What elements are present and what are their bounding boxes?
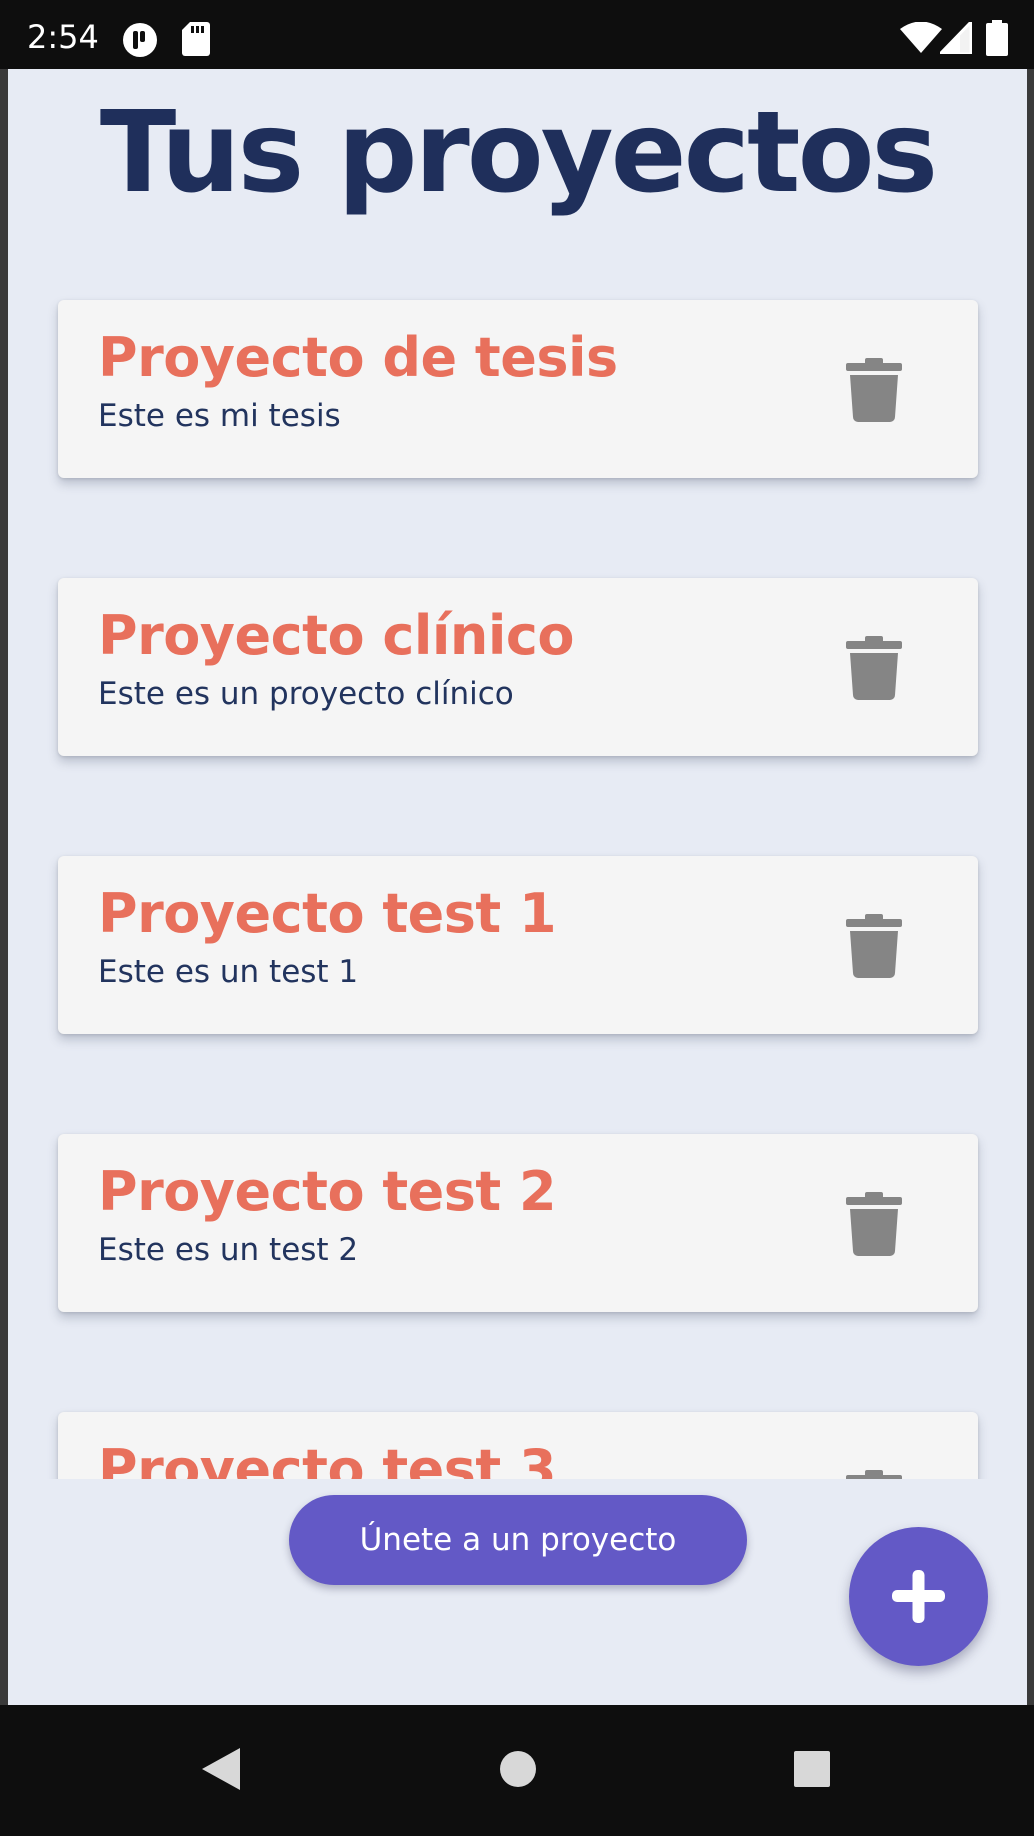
project-description: Este es un test 2 xyxy=(98,1232,359,1268)
back-icon[interactable] xyxy=(200,1746,242,1796)
delete-icon[interactable] xyxy=(846,1192,902,1256)
app-content: Tus proyectos Proyecto de tesis Este es … xyxy=(8,69,1027,1705)
project-card[interactable]: Proyecto clínico Este es un proyecto clí… xyxy=(58,578,978,756)
project-title: Proyecto test 3 xyxy=(98,1438,557,1479)
delete-icon[interactable] xyxy=(846,636,902,700)
signal-icon xyxy=(936,18,973,58)
project-card[interactable]: Proyecto de tesis Este es mi tesis xyxy=(58,300,978,478)
wifi-icon xyxy=(900,21,942,58)
app-notification-icon xyxy=(122,22,158,62)
page-title: Tus proyectos xyxy=(99,88,938,218)
project-title: Proyecto clínico xyxy=(98,604,574,667)
delete-icon[interactable] xyxy=(846,358,902,422)
join-project-button[interactable]: Únete a un proyecto xyxy=(289,1495,747,1585)
phone-screen: 2:54 Tus proyectos Proyecto de tesis Est… xyxy=(0,0,1034,1836)
battery-icon xyxy=(986,20,1008,60)
navigation-bar xyxy=(0,1705,1034,1836)
plus-icon xyxy=(892,1570,945,1623)
home-icon[interactable] xyxy=(499,1750,537,1792)
project-card[interactable]: Proyecto test 3 xyxy=(58,1412,978,1479)
project-card[interactable]: Proyecto test 2 Este es un test 2 xyxy=(58,1134,978,1312)
project-list[interactable]: Tus proyectos Proyecto de tesis Este es … xyxy=(8,69,1027,1479)
delete-icon[interactable] xyxy=(846,914,902,978)
project-description: Este es un proyecto clínico xyxy=(98,676,514,712)
project-title: Proyecto test 2 xyxy=(98,1160,557,1223)
project-description: Este es un test 1 xyxy=(98,954,359,990)
project-description: Este es mi tesis xyxy=(98,398,341,434)
project-title: Proyecto test 1 xyxy=(98,882,557,945)
sd-card-icon xyxy=(182,22,210,60)
status-time: 2:54 xyxy=(27,18,99,56)
project-title: Proyecto de tesis xyxy=(98,326,618,389)
project-card[interactable]: Proyecto test 1 Este es un test 1 xyxy=(58,856,978,1034)
delete-icon[interactable] xyxy=(846,1470,902,1479)
recents-icon[interactable] xyxy=(793,1750,831,1792)
add-project-button[interactable] xyxy=(849,1527,988,1666)
status-bar: 2:54 xyxy=(0,0,1034,69)
